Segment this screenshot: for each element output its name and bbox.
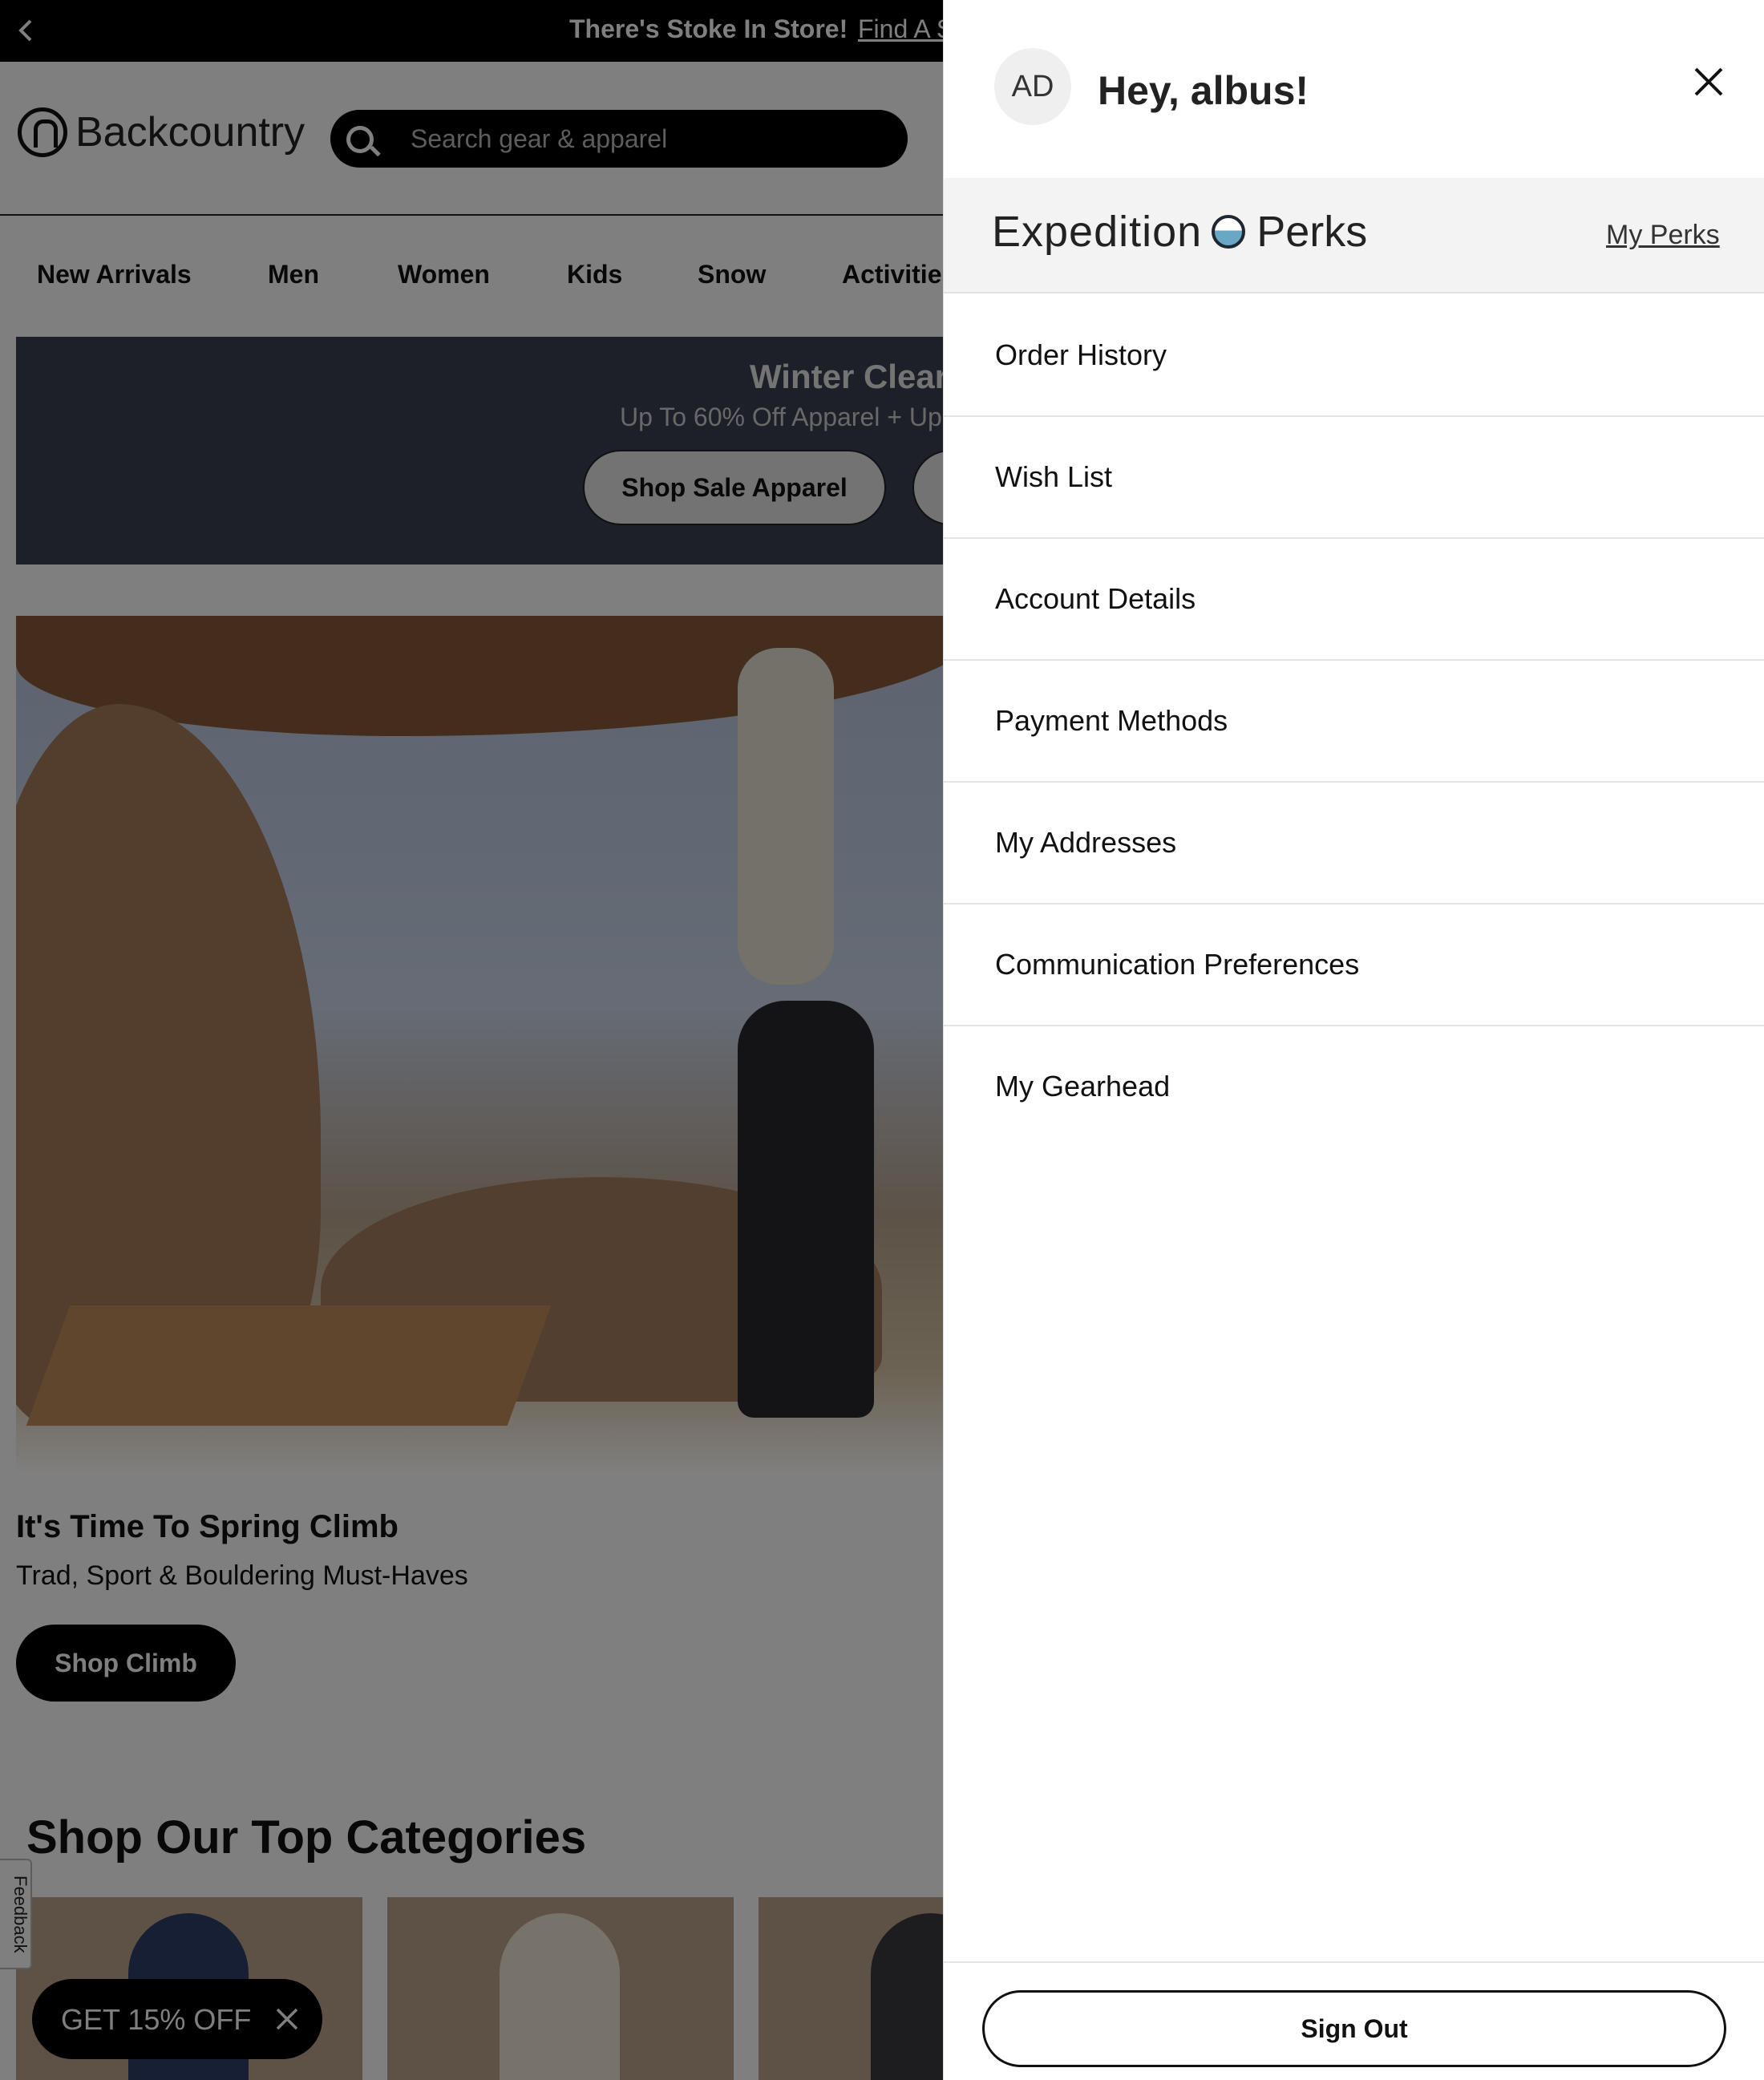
account-drawer: AD Hey, albus! Expedition Perks My Perks… [943,0,1764,2080]
menu-item-my-addresses[interactable]: My Addresses [944,783,1764,904]
menu-item-communication-preferences[interactable]: Communication Preferences [944,904,1764,1026]
perks-brand-perks: Perks [1256,208,1368,256]
menu-item-label: Order History [995,338,1167,371]
mountain-logo-icon [1212,215,1246,249]
perks-brand: Expedition Perks [992,207,1367,257]
menu-item-my-gearhead[interactable]: My Gearhead [944,1026,1764,1148]
modal-scrim[interactable] [0,0,943,2080]
greeting: Hey, albus! [1098,68,1309,113]
menu-item-order-history[interactable]: Order History [944,295,1764,417]
menu-item-label: My Addresses [995,826,1177,859]
perks-brand-expedition: Expedition [992,208,1203,256]
close-icon[interactable] [1686,59,1731,104]
menu-item-label: Payment Methods [995,704,1228,737]
drawer-footer: Sign Out [944,1961,1764,2080]
menu-item-wish-list[interactable]: Wish List [944,417,1764,539]
drawer-header: AD Hey, albus! [944,0,1764,178]
avatar: AD [994,48,1071,125]
menu-item-label: Communication Preferences [995,948,1360,981]
menu-item-label: Wish List [995,460,1113,493]
account-menu: Order History Wish List Account Details … [944,295,1764,1148]
menu-item-label: Account Details [995,582,1196,615]
menu-item-label: My Gearhead [995,1070,1171,1103]
menu-item-payment-methods[interactable]: Payment Methods [944,661,1764,783]
my-perks-link[interactable]: My Perks [1606,220,1720,251]
menu-item-account-details[interactable]: Account Details [944,539,1764,661]
sign-out-button[interactable]: Sign Out [982,1990,1726,2067]
expedition-perks-banner: Expedition Perks My Perks [944,178,1764,293]
